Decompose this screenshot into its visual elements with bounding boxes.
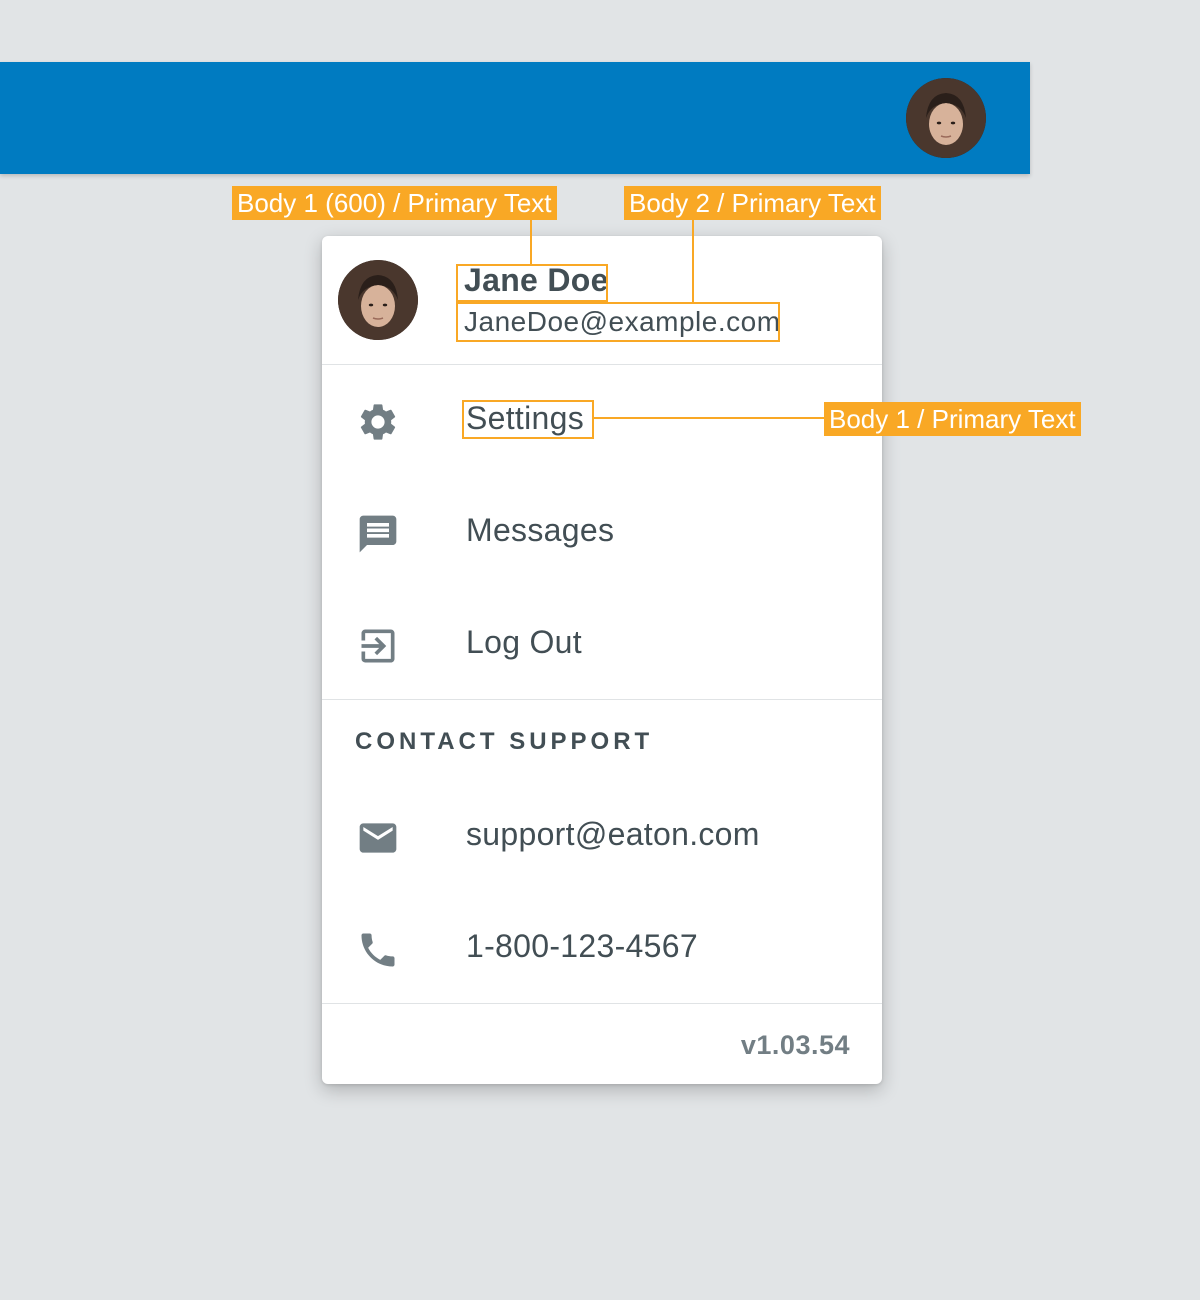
menu-item-settings[interactable]: Settings xyxy=(322,364,882,476)
annotation-connector xyxy=(593,417,824,419)
support-email-item[interactable]: support@eaton.com xyxy=(322,780,882,892)
user-avatar-button[interactable] xyxy=(906,78,986,158)
annotation-connector xyxy=(692,220,694,302)
avatar-photo xyxy=(338,260,418,340)
support-email: support@eaton.com xyxy=(466,816,760,852)
logout-icon xyxy=(356,624,400,668)
support-phone: 1-800-123-4567 xyxy=(466,928,698,964)
annotation-item-label: Body 1 / Primary Text xyxy=(824,402,1081,436)
annotation-email-label: Body 2 / Primary Text xyxy=(624,186,881,220)
app-bar xyxy=(0,62,1030,174)
contact-support-heading: CONTACT SUPPORT xyxy=(355,728,654,755)
menu-item-label: Messages xyxy=(466,512,615,548)
annotation-name-label: Body 1 (600) / Primary Text xyxy=(232,186,557,220)
support-phone-item[interactable]: 1-800-123-4567 xyxy=(322,892,882,1004)
message-icon xyxy=(356,512,400,556)
menu-item-messages[interactable]: Messages xyxy=(322,476,882,588)
annotation-box-settings xyxy=(462,400,594,439)
phone-icon xyxy=(356,928,400,972)
version-label: v1.03.54 xyxy=(740,1030,850,1060)
user-menu: Jane Doe JaneDoe@example.com Settings Me… xyxy=(322,236,882,1084)
divider xyxy=(322,1003,882,1004)
menu-item-logout[interactable]: Log Out xyxy=(322,588,882,700)
annotation-box-email xyxy=(456,302,780,342)
gear-icon xyxy=(356,400,400,444)
divider xyxy=(322,699,882,700)
avatar-photo xyxy=(906,78,986,158)
menu-item-label: Log Out xyxy=(466,624,582,660)
annotation-connector xyxy=(530,220,532,264)
avatar xyxy=(338,260,418,340)
annotation-box-name xyxy=(456,264,608,302)
mail-icon xyxy=(356,816,400,860)
